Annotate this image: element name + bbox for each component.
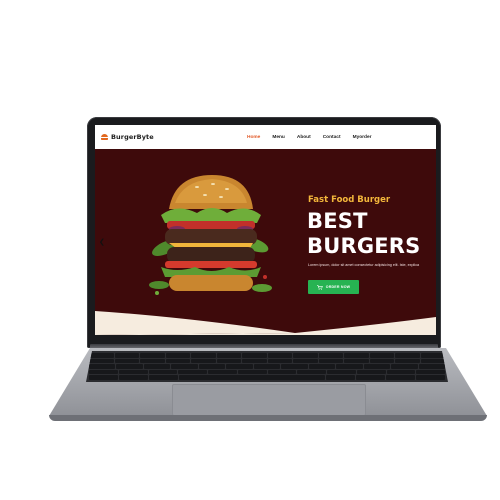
hero-title-line1: BEST <box>307 209 368 233</box>
cart-icon <box>316 284 323 290</box>
nav-menu: Home Menu About Contact Myorder <box>247 125 384 149</box>
burger-logo-icon <box>101 134 108 140</box>
hero-tagline: Fast Food Burger <box>308 195 391 205</box>
brand-name: BurgerByte <box>111 133 154 141</box>
trackpad <box>172 384 366 416</box>
order-now-button[interactable]: ORDER NOW <box>308 280 359 294</box>
chevron-left-icon[interactable]: ❮ <box>99 239 105 246</box>
nav-item-myorder[interactable]: Myorder <box>353 135 372 140</box>
hero-bottom-wave <box>95 311 436 335</box>
nav-item-contact[interactable]: Contact <box>323 135 341 140</box>
brand[interactable]: BurgerByte <box>101 133 154 141</box>
keyboard <box>86 351 448 382</box>
hero-title: BEST BURGERS <box>307 209 427 259</box>
nav-item-menu[interactable]: Menu <box>272 135 285 140</box>
hero-description: Lorem ipsum, dolor sit amet consectetur … <box>308 263 420 267</box>
burger-image <box>149 175 272 295</box>
hero-title-line2: BURGERS <box>307 234 421 258</box>
order-now-label: ORDER NOW <box>325 285 351 289</box>
laptop-front-edge <box>49 415 487 421</box>
site-navbar: BurgerByte Home Menu About Contact Myord… <box>95 125 436 149</box>
nav-item-about[interactable]: About <box>297 135 311 140</box>
laptop-screen: BurgerByte Home Menu About Contact Myord… <box>95 125 436 335</box>
nav-item-home[interactable]: Home <box>247 135 260 140</box>
